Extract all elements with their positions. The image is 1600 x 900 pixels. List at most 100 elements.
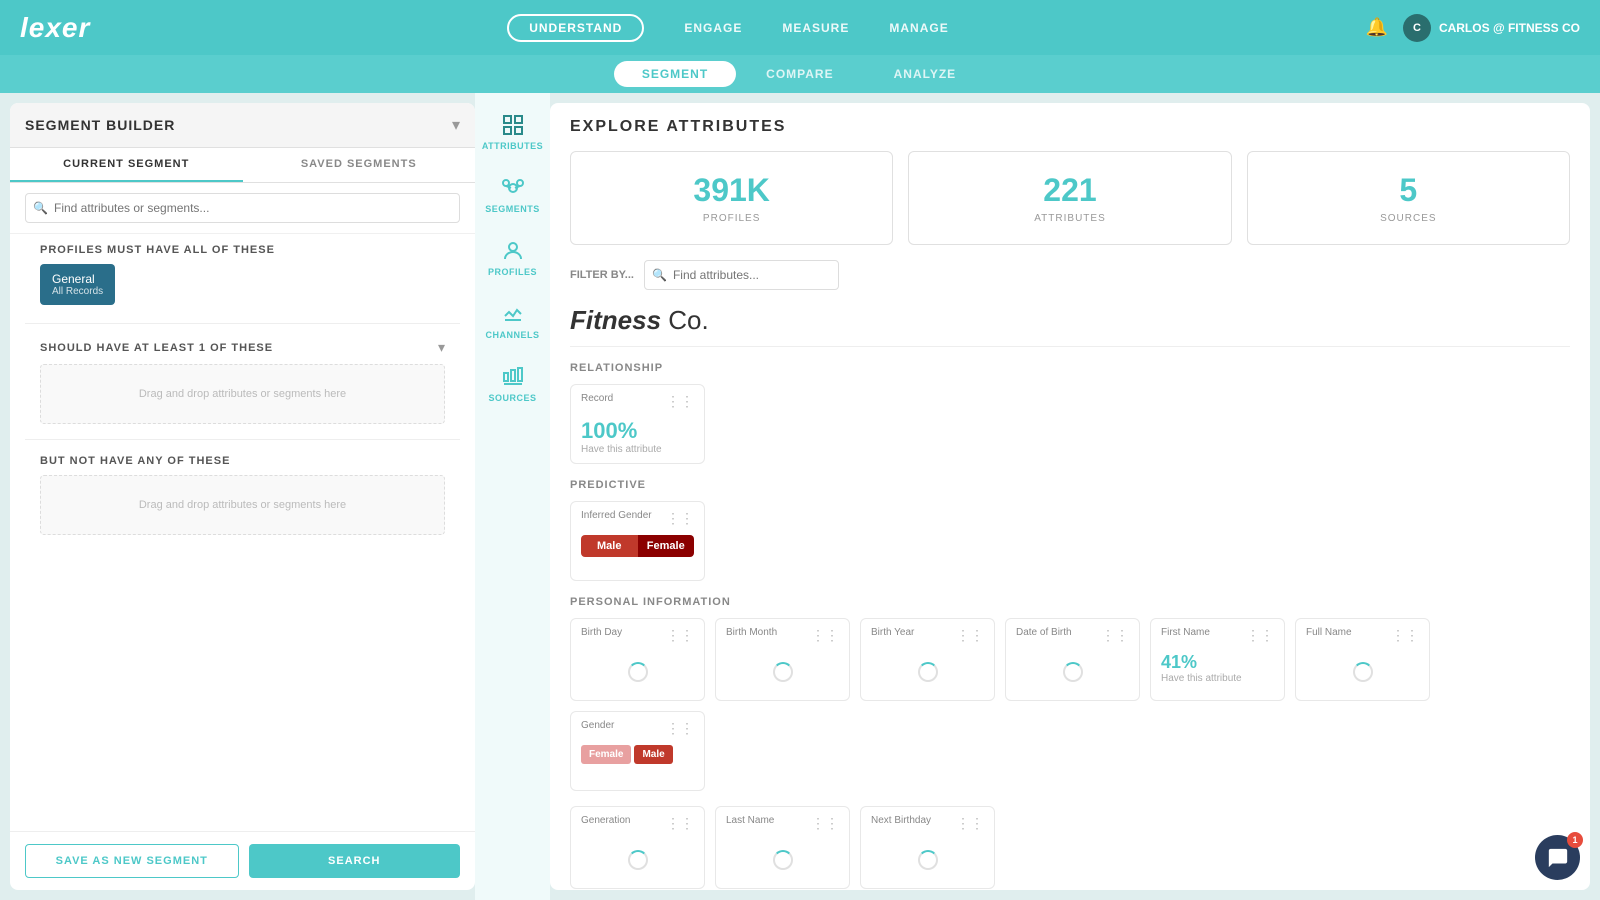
nav-measure[interactable]: MEASURE — [782, 21, 849, 35]
chat-badge: 1 — [1567, 832, 1583, 848]
segment-search-input[interactable] — [25, 193, 460, 223]
main-content: SEGMENT BUILDER ▾ CURRENT SEGMENT SAVED … — [0, 93, 1600, 900]
user-info: C CARLOS @ FITNESS CO — [1403, 14, 1580, 42]
tag-name: General — [52, 272, 103, 286]
record-card-menu-icon[interactable]: ⋮⋮ — [666, 393, 694, 410]
predictive-section: PREDICTIVE Inferred Gender ⋮⋮ Male Femal… — [570, 479, 1570, 581]
should-have-toggle[interactable]: ▾ — [438, 339, 445, 356]
sb-header: SEGMENT BUILDER ▾ — [10, 103, 475, 148]
generation-card-name: Generation — [581, 815, 630, 826]
tag-sub: All Records — [52, 286, 103, 297]
birth-day-name: Birth Day — [581, 627, 622, 638]
birth-day-spinner — [628, 662, 648, 682]
stat-cards: 391K PROFILES 221 ATTRIBUTES 5 SOURCES — [570, 151, 1570, 245]
tab-analyze[interactable]: ANALYZE — [864, 59, 987, 89]
birth-month-menu-icon[interactable]: ⋮⋮ — [811, 627, 839, 644]
personal-info-cards: Birth Day ⋮⋮ Birth Month ⋮⋮ Birt — [570, 618, 1570, 791]
gender-pills: Male Female — [581, 535, 694, 557]
must-have-section: PROFILES MUST HAVE ALL OF THESE General … — [25, 234, 460, 318]
tab-saved-segments[interactable]: SAVED SEGMENTS — [243, 148, 476, 182]
not-have-title: BUT NOT HAVE ANY OF THESE — [40, 455, 230, 467]
predictive-title: PREDICTIVE — [570, 479, 1570, 491]
sources-label: SOURCES — [1268, 213, 1549, 224]
sb-search-area: 🔍 — [10, 183, 475, 234]
full-name-spinner — [1353, 662, 1373, 682]
date-of-birth-card: Date of Birth ⋮⋮ — [1005, 618, 1140, 701]
sb-tabs: CURRENT SEGMENT SAVED SEGMENTS — [10, 148, 475, 183]
user-avatar: C — [1403, 14, 1431, 42]
tab-compare[interactable]: COMPARE — [736, 59, 863, 89]
next-birthday-card: Next Birthday ⋮⋮ — [860, 806, 995, 889]
filter-search-icon: 🔍 — [652, 268, 667, 282]
general-tag: General All Records — [40, 264, 115, 305]
sb-footer: SAVE AS NEW SEGMENT SEARCH — [10, 831, 475, 890]
birth-month-name: Birth Month — [726, 627, 777, 638]
generation-menu-icon[interactable]: ⋮⋮ — [666, 815, 694, 832]
personal-info-section: PERSONAL INFORMATION Birth Day ⋮⋮ Birth … — [570, 596, 1570, 791]
birth-day-menu-icon[interactable]: ⋮⋮ — [666, 627, 694, 644]
male-pill[interactable]: Male — [581, 535, 638, 557]
not-have-section: BUT NOT HAVE ANY OF THESE Drag and drop … — [25, 445, 460, 545]
sidebar-item-attributes[interactable]: ATTRIBUTES — [475, 103, 550, 161]
top-nav: lexer UNDERSTAND ENGAGE MEASURE MANAGE 🔔… — [0, 0, 1600, 55]
last-name-card: Last Name ⋮⋮ — [715, 806, 850, 889]
next-birthday-spinner — [918, 850, 938, 870]
sidebar-item-channels[interactable]: CHANNELS — [475, 292, 550, 350]
drag-drop-not-label: Drag and drop attributes or segments her… — [139, 499, 346, 511]
notification-bell-icon[interactable]: 🔔 — [1366, 17, 1388, 38]
birth-year-spinner — [918, 662, 938, 682]
next-birthday-menu-icon[interactable]: ⋮⋮ — [956, 815, 984, 832]
logo: lexer — [20, 12, 90, 44]
filter-label: FILTER BY... — [570, 269, 634, 281]
stat-profiles: 391K PROFILES — [570, 151, 893, 245]
sidebar-item-profiles[interactable]: PROFILES — [475, 229, 550, 287]
brand-script: Fitness — [570, 305, 661, 335]
relationship-cards: Record ⋮⋮ 100% Have this attribute — [570, 384, 1570, 464]
chat-bubble[interactable]: 1 — [1535, 835, 1580, 880]
gender-female-pill[interactable]: Female — [581, 745, 631, 764]
first-name-card-name: First Name — [1161, 627, 1210, 638]
stat-attributes: 221 ATTRIBUTES — [908, 151, 1231, 245]
relationship-section: RELATIONSHIP Record ⋮⋮ 100% Have this at… — [570, 362, 1570, 464]
gender-male-pill[interactable]: Male — [634, 745, 672, 764]
icon-sidebar: ATTRIBUTES SEGMENTS PROFILES CHA — [475, 93, 550, 900]
gender-card-menu-icon[interactable]: ⋮⋮ — [666, 720, 694, 737]
full-name-card: Full Name ⋮⋮ — [1295, 618, 1430, 701]
understand-button[interactable]: UNDERSTAND — [507, 14, 644, 42]
inferred-gender-name: Inferred Gender — [581, 510, 652, 521]
brand-regular: Co. — [661, 305, 709, 335]
gender-card-name: Gender — [581, 720, 614, 731]
explore-title: EXPLORE ATTRIBUTES — [570, 118, 1570, 136]
birth-day-card: Birth Day ⋮⋮ — [570, 618, 705, 701]
tab-segment[interactable]: SEGMENT — [614, 61, 736, 87]
first-name-sub: Have this attribute — [1161, 673, 1274, 684]
date-of-birth-menu-icon[interactable]: ⋮⋮ — [1101, 627, 1129, 644]
tab-current-segment[interactable]: CURRENT SEGMENT — [10, 148, 243, 182]
female-pill[interactable]: Female — [638, 535, 695, 557]
chevron-down-icon[interactable]: ▾ — [452, 115, 460, 135]
first-name-menu-icon[interactable]: ⋮⋮ — [1246, 627, 1274, 644]
brand-header: Fitness Co. — [570, 305, 1570, 347]
first-name-pct: 41% — [1161, 652, 1274, 673]
sidebar-item-sources[interactable]: SOURCES — [475, 355, 550, 413]
last-name-menu-icon[interactable]: ⋮⋮ — [811, 815, 839, 832]
sidebar-item-segments[interactable]: SEGMENTS — [475, 166, 550, 224]
inferred-gender-menu-icon[interactable]: ⋮⋮ — [666, 510, 694, 527]
relationship-title: RELATIONSHIP — [570, 362, 1570, 374]
explore-panel: EXPLORE ATTRIBUTES 391K PROFILES 221 ATT… — [550, 103, 1590, 890]
gender-card: Gender ⋮⋮ Female Male — [570, 711, 705, 791]
full-name-menu-icon[interactable]: ⋮⋮ — [1391, 627, 1419, 644]
filter-attributes-input[interactable] — [644, 260, 839, 290]
record-sub: Have this attribute — [581, 444, 694, 455]
search-button[interactable]: SEARCH — [249, 844, 461, 878]
nav-right: 🔔 C CARLOS @ FITNESS CO — [1366, 14, 1580, 42]
record-pct: 100% — [581, 418, 694, 444]
nav-engage[interactable]: ENGAGE — [684, 21, 742, 35]
should-have-dropzone: Drag and drop attributes or segments her… — [40, 364, 445, 424]
nav-manage[interactable]: MANAGE — [889, 21, 948, 35]
birth-year-menu-icon[interactable]: ⋮⋮ — [956, 627, 984, 644]
save-as-new-segment-button[interactable]: SAVE AS NEW SEGMENT — [25, 844, 239, 878]
should-have-title: SHOULD HAVE AT LEAST 1 OF THESE — [40, 342, 273, 354]
attributes-label: ATTRIBUTES — [929, 213, 1210, 224]
segment-builder: SEGMENT BUILDER ▾ CURRENT SEGMENT SAVED … — [10, 103, 475, 890]
